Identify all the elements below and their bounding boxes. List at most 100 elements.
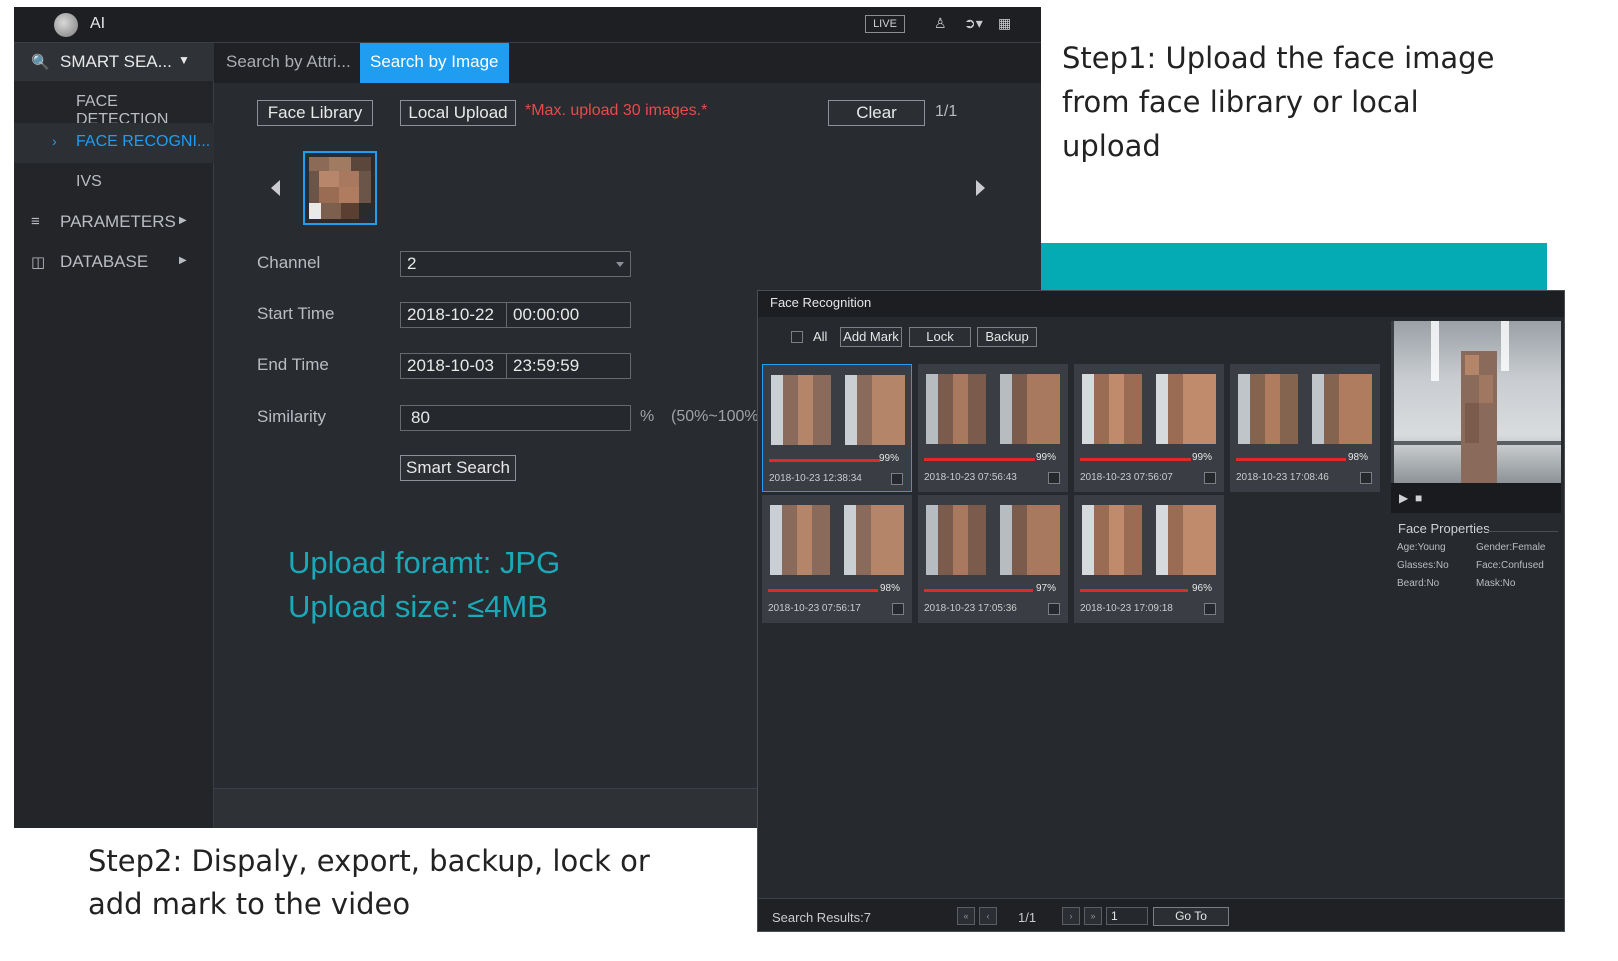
chevron-right-icon: › [52, 133, 57, 149]
result-card[interactable]: 96% 2018-10-23 17:09:18 [1074, 495, 1224, 623]
capture-timestamp: 2018-10-23 07:56:17 [768, 603, 861, 614]
result-checkbox[interactable] [1204, 472, 1216, 484]
sidebar-section-database[interactable]: ◫ DATABASE ▶ [14, 243, 214, 283]
matched-face-image [1156, 374, 1216, 444]
result-checkbox[interactable] [891, 473, 903, 485]
upload-page-count: 1/1 [935, 103, 958, 120]
channel-select[interactable]: 2 [400, 251, 631, 277]
last-page-icon[interactable]: » [1084, 907, 1102, 925]
sidebar-section-label: DATABASE [60, 252, 149, 271]
face-image-icon [309, 157, 371, 219]
matched-face-image [1000, 374, 1060, 444]
result-card[interactable]: 99% 2018-10-23 07:56:43 [918, 364, 1068, 492]
sidebar-item-face-recognition[interactable]: › FACE RECOGNI... [14, 123, 214, 163]
prev-page-icon[interactable]: ‹ [979, 907, 997, 925]
similarity-percent: 97% [1035, 583, 1056, 594]
start-date-value: 2018-10-22 [407, 305, 494, 324]
capture-timestamp: 2018-10-23 07:56:43 [924, 472, 1017, 483]
snapshot-image [1082, 374, 1142, 444]
divider [1488, 531, 1558, 532]
property-beard: Beard:No [1397, 578, 1440, 589]
backup-button[interactable]: Backup [977, 327, 1037, 347]
snapshot-image [1238, 374, 1298, 444]
snapshot-image [1082, 505, 1142, 575]
similarity-bar [924, 458, 1035, 461]
sidebar-section-parameters[interactable]: ≡ PARAMETERS ▶ [14, 203, 214, 243]
tab-search-by-image[interactable]: Search by Image [360, 43, 509, 83]
uploaded-face-thumbnail[interactable] [303, 151, 377, 225]
preview-image [1391, 321, 1561, 483]
sidebar-header-label: SMART SEA... [60, 52, 172, 71]
tab-bar: Search by Attri... Search by Image [214, 43, 1041, 83]
prev-arrow-icon[interactable] [271, 180, 280, 196]
matched-face-image [1312, 374, 1372, 444]
property-glasses: Glasses:No [1397, 560, 1449, 571]
sidebar-item-face-detection[interactable]: FACE DETECTION [14, 83, 214, 128]
sidebar-header-smart-search[interactable]: 🔍 SMART SEA... ▼ [14, 43, 214, 81]
field-divider [506, 354, 507, 378]
result-checkbox[interactable] [1360, 472, 1372, 484]
stop-icon[interactable]: ■ [1415, 491, 1422, 505]
video-preview[interactable]: ▶ ■ [1391, 321, 1561, 513]
window-title: Face Recognition [758, 291, 1564, 317]
result-card[interactable]: 97% 2018-10-23 17:05:36 [918, 495, 1068, 623]
result-card[interactable]: 99% 2018-10-23 12:38:34 [762, 364, 912, 492]
select-all-checkbox[interactable] [791, 331, 803, 343]
matched-face-image [844, 505, 904, 575]
tab-search-by-attribute[interactable]: Search by Attri... [216, 43, 361, 83]
property-age: Age:Young [1397, 542, 1446, 553]
matched-face-image [1000, 505, 1060, 575]
step1-annotation: Step1: Upload the face image from face l… [1062, 36, 1582, 168]
sidebar-item-ivs[interactable]: IVS [14, 163, 214, 203]
sidebar-section-label: PARAMETERS [60, 212, 176, 231]
capture-timestamp: 2018-10-23 12:38:34 [769, 473, 862, 484]
clear-button[interactable]: Clear [828, 100, 925, 126]
local-upload-button[interactable]: Local Upload [400, 100, 516, 126]
property-face: Face:Confused [1476, 560, 1544, 571]
field-divider [506, 303, 507, 327]
step2-line: add mark to the video [88, 887, 411, 921]
face-library-button[interactable]: Face Library [257, 100, 373, 126]
start-time-value: 00:00:00 [513, 305, 580, 324]
result-card[interactable]: 98% 2018-10-23 17:08:46 [1230, 364, 1380, 492]
result-checkbox[interactable] [1204, 603, 1216, 615]
property-gender: Gender:Female [1476, 542, 1546, 553]
similarity-bar [1080, 458, 1191, 461]
first-page-icon[interactable]: « [957, 907, 975, 925]
result-card[interactable]: 99% 2018-10-23 07:56:07 [1074, 364, 1224, 492]
next-page-icon[interactable]: › [1062, 907, 1080, 925]
add-mark-button[interactable]: Add Mark [840, 327, 902, 347]
step1-line: upload [1062, 129, 1161, 163]
user-icon[interactable]: ♙ [934, 15, 947, 32]
channel-value: 2 [407, 254, 417, 273]
face-recognition-window: Face Recognition All Add Mark Lock Backu… [757, 290, 1565, 932]
chevron-right-icon: ▶ [179, 215, 187, 226]
end-time-input[interactable]: 2018-10-03 23:59:59 [400, 353, 631, 379]
capture-timestamp: 2018-10-23 07:56:07 [1080, 472, 1173, 483]
qr-icon[interactable]: ▦ [998, 15, 1011, 32]
end-time-value: 23:59:59 [513, 356, 580, 375]
similarity-input[interactable]: 80 [400, 405, 631, 431]
step2-annotation: Step2: Dispaly, export, backup, lock or … [88, 840, 748, 926]
search-person-icon: 🔍 [31, 54, 50, 71]
smart-search-button[interactable]: Smart Search [400, 455, 516, 481]
result-checkbox[interactable] [892, 603, 904, 615]
start-time-input[interactable]: 2018-10-22 00:00:00 [400, 302, 631, 328]
logout-icon[interactable]: ➲▾ [964, 15, 983, 32]
snapshot-image [926, 374, 986, 444]
play-icon[interactable]: ▶ [1399, 491, 1408, 505]
result-checkbox[interactable] [1048, 472, 1060, 484]
similarity-percent: 99% [878, 453, 899, 464]
database-icon: ◫ [31, 254, 46, 271]
live-button[interactable]: LIVE [865, 15, 905, 33]
next-arrow-icon[interactable] [976, 180, 985, 196]
title-bar: AI LIVE ♙ ➲▾ ▦ [14, 7, 1041, 43]
matched-face-image [1156, 505, 1216, 575]
result-checkbox[interactable] [1048, 603, 1060, 615]
page-number-input[interactable]: 1 [1106, 907, 1148, 925]
go-to-button[interactable]: Go To [1153, 907, 1229, 926]
result-card[interactable]: 98% 2018-10-23 07:56:17 [762, 495, 912, 623]
similarity-percent: 96% [1191, 583, 1212, 594]
lock-button[interactable]: Lock [909, 327, 971, 347]
chevron-down-icon [616, 262, 624, 267]
